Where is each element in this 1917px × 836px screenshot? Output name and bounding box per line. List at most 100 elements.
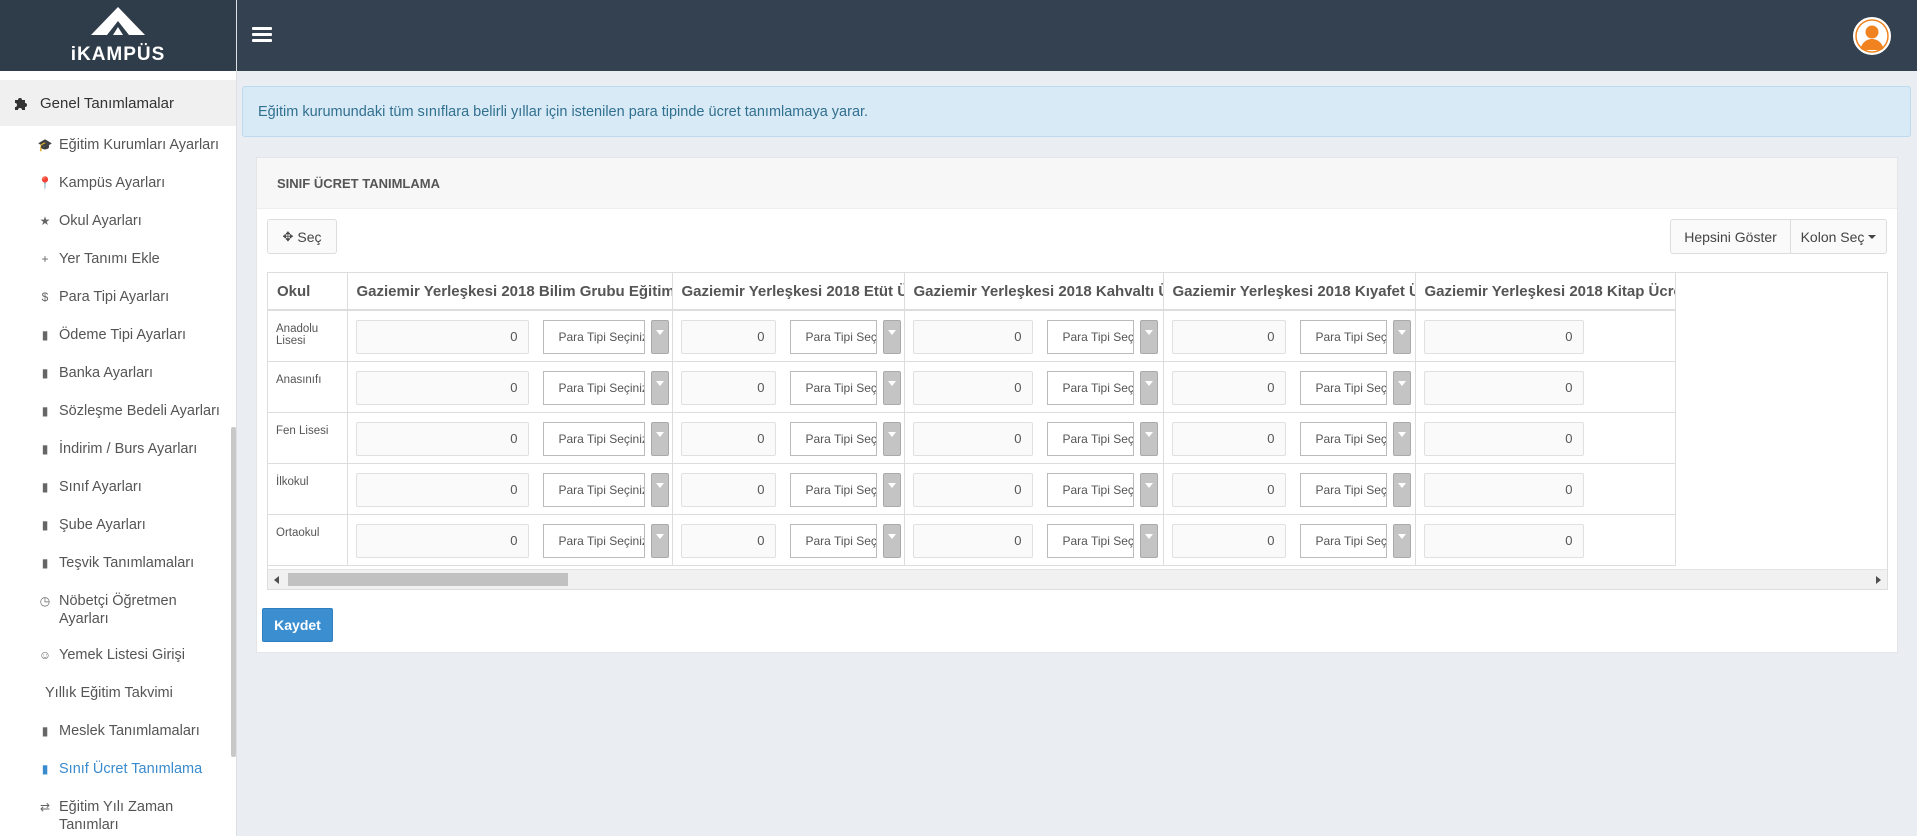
sidebar-item[interactable]: ▮ Sözleşme Bedeli Ayarları (0, 392, 236, 430)
save-button[interactable]: Kaydet (262, 608, 333, 642)
currency-select[interactable]: Para Tipi Seçiniz (1299, 472, 1411, 507)
sidebar-group-general[interactable]: Genel Tanımlamalar (0, 80, 236, 126)
currency-select[interactable]: Para Tipi Seçiniz (789, 421, 901, 456)
fee-amount-input[interactable]: 0 (355, 370, 529, 405)
user-avatar-icon[interactable] (1853, 17, 1891, 55)
table-horizontal-scrollbar[interactable] (268, 569, 1887, 589)
fee-amount-input[interactable]: 0 (912, 523, 1033, 558)
sidebar-item[interactable]: ◷ Nöbetçi Öğretmen Ayarları (0, 582, 236, 636)
fee-amount-input[interactable]: 0 (680, 370, 776, 405)
fee-amount-input[interactable]: 0 (1423, 472, 1584, 507)
sidebar-item[interactable]: ▮ Sınıf Ücret Tanımlama (0, 750, 236, 788)
select-button[interactable]: ✥ Seç (267, 219, 337, 254)
dropdown-arrow-icon[interactable] (882, 472, 901, 507)
sidebar-scrollbar[interactable] (231, 427, 236, 757)
dropdown-arrow-icon[interactable] (650, 472, 669, 507)
fee-amount-input[interactable]: 0 (912, 370, 1033, 405)
dropdown-arrow-icon[interactable] (1139, 523, 1158, 558)
currency-select[interactable]: Para Tipi Seçiniz (1046, 370, 1158, 405)
sidebar-item[interactable]: ▮ Şube Ayarları (0, 506, 236, 544)
dropdown-arrow-icon[interactable] (882, 523, 901, 558)
currency-select[interactable]: Para Tipi Seçiniz (542, 421, 669, 456)
sidebar-item[interactable]: 🎓 Eğitim Kurumları Ayarları (0, 126, 236, 164)
dropdown-arrow-icon[interactable] (650, 370, 669, 405)
column-select-button[interactable]: Kolon Seç (1791, 219, 1887, 254)
currency-select[interactable]: Para Tipi Seçiniz (542, 370, 669, 405)
dropdown-arrow-icon[interactable] (1139, 472, 1158, 507)
fee-amount-input[interactable]: 0 (680, 472, 776, 507)
currency-select[interactable]: Para Tipi Seçiniz (1299, 523, 1411, 558)
sidebar-item[interactable]: ▮ Banka Ayarları (0, 354, 236, 392)
fee-amount-input[interactable]: 0 (1423, 370, 1584, 405)
sidebar-item[interactable]: ⇄ Eğitim Yılı Zaman Tanımları (0, 788, 236, 836)
currency-select[interactable]: Para Tipi Seçiniz (789, 523, 901, 558)
column-header[interactable]: Gaziemir Yerleşkesi 2018 Etüt Ücreti (672, 273, 905, 311)
currency-select[interactable]: Para Tipi Seçiniz (789, 320, 901, 354)
currency-select[interactable]: Para Tipi Seçiniz (789, 472, 901, 507)
scroll-left-icon[interactable] (274, 576, 279, 584)
currency-select[interactable]: Para Tipi Seçiniz (542, 523, 669, 558)
dropdown-arrow-icon[interactable] (882, 320, 901, 354)
sidebar-item[interactable]: $ Para Tipi Ayarları (0, 278, 236, 316)
column-header[interactable]: Gaziemir Yerleşkesi 2018 Kıyafet Ücreti (1163, 273, 1416, 311)
sidebar-item[interactable]: ▮ İndirim / Burs Ayarları (0, 430, 236, 468)
sidebar-item[interactable]: ▮ Sınıf Ayarları (0, 468, 236, 506)
scrollbar-thumb[interactable] (288, 573, 568, 586)
fee-amount-input[interactable]: 0 (355, 320, 529, 354)
fee-amount-input[interactable]: 0 (1171, 472, 1286, 507)
fee-amount-input[interactable]: 0 (680, 523, 776, 558)
sidebar-item[interactable]: ★ Okul Ayarları (0, 202, 236, 240)
sidebar-item[interactable]: ▮ Meslek Tanımlamaları (0, 712, 236, 750)
currency-select[interactable]: Para Tipi Seçiniz (1046, 320, 1158, 354)
dropdown-arrow-icon[interactable] (650, 320, 669, 354)
currency-select[interactable]: Para Tipi Seçiniz (1046, 523, 1158, 558)
currency-select[interactable]: Para Tipi Seçiniz (1299, 320, 1411, 354)
fee-amount-input[interactable]: 0 (1423, 320, 1584, 354)
fee-amount-input[interactable]: 0 (1423, 523, 1584, 558)
dropdown-arrow-icon[interactable] (1392, 472, 1411, 507)
fee-amount-input[interactable]: 0 (355, 523, 529, 558)
dropdown-arrow-icon[interactable] (882, 370, 901, 405)
currency-select[interactable]: Para Tipi Seçiniz (1046, 421, 1158, 456)
currency-select[interactable]: Para Tipi Seçiniz (789, 370, 901, 405)
dropdown-arrow-icon[interactable] (882, 421, 901, 456)
sidebar-item[interactable]: ▮ Teşvik Tanımlamaları (0, 544, 236, 582)
fee-amount-input[interactable]: 0 (1171, 421, 1286, 456)
dropdown-arrow-icon[interactable] (1392, 421, 1411, 456)
dropdown-arrow-icon[interactable] (650, 421, 669, 456)
dropdown-arrow-icon[interactable] (1392, 523, 1411, 558)
column-header[interactable]: Gaziemir Yerleşkesi 2018 Bilim Grubu Eği… (347, 273, 673, 311)
fee-amount-input[interactable]: 0 (680, 421, 776, 456)
currency-select[interactable]: Para Tipi Seçiniz (1299, 421, 1411, 456)
fee-amount-input[interactable]: 0 (1171, 370, 1286, 405)
brand-logo[interactable]: iKAMPÜS (0, 0, 236, 71)
fee-amount-input[interactable]: 0 (912, 472, 1033, 507)
sidebar-item[interactable]: ☺ Yemek Listesi Girişi (0, 636, 236, 674)
currency-select[interactable]: Para Tipi Seçiniz (1299, 370, 1411, 405)
menu-toggle-icon[interactable] (252, 27, 272, 43)
currency-select[interactable]: Para Tipi Seçiniz (542, 320, 669, 354)
column-header[interactable]: Gaziemir Yerleşkesi 2018 Kahvaltı Ücreti (904, 273, 1164, 311)
sidebar-item[interactable]: ▮ Ödeme Tipi Ayarları (0, 316, 236, 354)
fee-amount-input[interactable]: 0 (355, 472, 529, 507)
dropdown-arrow-icon[interactable] (1139, 370, 1158, 405)
sidebar-item[interactable]: + Yer Tanımı Ekle (0, 240, 236, 278)
dropdown-arrow-icon[interactable] (1139, 320, 1158, 354)
currency-select[interactable]: Para Tipi Seçiniz (542, 472, 669, 507)
fee-amount-input[interactable]: 0 (912, 421, 1033, 456)
dropdown-arrow-icon[interactable] (1139, 421, 1158, 456)
fee-amount-input[interactable]: 0 (355, 421, 529, 456)
fee-amount-input[interactable]: 0 (1171, 320, 1286, 354)
sidebar-item[interactable]: 📍 Kampüs Ayarları (0, 164, 236, 202)
fee-amount-input[interactable]: 0 (680, 320, 776, 354)
dropdown-arrow-icon[interactable] (1392, 370, 1411, 405)
sidebar-item[interactable]: Yıllık Eğitim Takvimi (0, 674, 236, 712)
scroll-right-icon[interactable] (1876, 576, 1881, 584)
show-all-button[interactable]: Hepsini Göster (1670, 219, 1791, 254)
fee-amount-input[interactable]: 0 (912, 320, 1033, 354)
currency-select[interactable]: Para Tipi Seçiniz (1046, 472, 1158, 507)
dropdown-arrow-icon[interactable] (1392, 320, 1411, 354)
column-header[interactable]: Gaziemir Yerleşkesi 2018 Kitap Ücreti (1415, 273, 1676, 311)
fee-amount-input[interactable]: 0 (1423, 421, 1584, 456)
dropdown-arrow-icon[interactable] (650, 523, 669, 558)
